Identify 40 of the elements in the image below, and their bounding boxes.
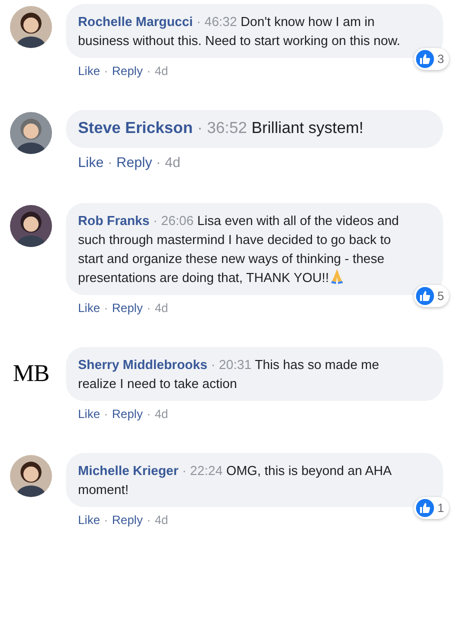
separator-dot: · bbox=[146, 512, 151, 529]
separator-dot: · bbox=[146, 406, 151, 423]
author-link[interactable]: Rob Franks bbox=[78, 213, 150, 228]
action-link[interactable]: Reply bbox=[112, 299, 143, 317]
action-link[interactable]: Like bbox=[78, 511, 100, 529]
avatar-initials: MB bbox=[12, 360, 50, 389]
action-link[interactable]: Reply bbox=[116, 152, 152, 173]
action-link[interactable]: Reply bbox=[112, 511, 143, 529]
separator-dot: · bbox=[108, 153, 112, 172]
thumbs-up-icon bbox=[416, 499, 434, 517]
thumbs-up-icon bbox=[416, 287, 434, 305]
author-link[interactable]: Steve Erickson bbox=[78, 120, 193, 137]
thumbs-up-icon bbox=[416, 50, 434, 68]
timestamp: 4d bbox=[164, 153, 180, 172]
separator-dot: · bbox=[156, 153, 161, 172]
reaction-count[interactable]: 5 bbox=[414, 285, 449, 307]
action-link[interactable]: Like bbox=[78, 62, 100, 80]
timestamp: 4d bbox=[154, 406, 168, 423]
author-link[interactable]: Rochelle Margucci bbox=[78, 14, 193, 29]
comment-bubble: Steve Erickson · 36:52 Brilliant system! bbox=[66, 110, 443, 148]
comment-bubble: Sherry Middlebrooks · 20:31 This has so made me realize I need to take action bbox=[66, 347, 443, 401]
reaction-count[interactable]: 3 bbox=[414, 48, 449, 70]
timestamp: 4d bbox=[154, 63, 168, 80]
timestamp: 4d bbox=[154, 512, 168, 529]
action-link[interactable]: Like bbox=[78, 405, 100, 423]
timestamp: 4d bbox=[154, 300, 168, 317]
separator-dot: · bbox=[146, 300, 151, 317]
action-link[interactable]: Reply bbox=[112, 62, 143, 80]
action-link[interactable]: Reply bbox=[112, 405, 143, 423]
reaction-count[interactable]: 1 bbox=[414, 497, 449, 519]
action-link[interactable]: Like bbox=[78, 152, 104, 173]
separator-dot: · bbox=[104, 406, 108, 423]
separator-dot: · bbox=[104, 512, 108, 529]
separator-dot: · bbox=[104, 63, 108, 80]
author-link[interactable]: Michelle Krieger bbox=[78, 463, 178, 478]
separator-dot: · bbox=[146, 63, 151, 80]
author-link[interactable]: Sherry Middlebrooks bbox=[78, 357, 208, 372]
action-link[interactable]: Like bbox=[78, 299, 100, 317]
praying-hands-icon bbox=[330, 268, 344, 284]
separator-dot: · bbox=[104, 300, 108, 317]
